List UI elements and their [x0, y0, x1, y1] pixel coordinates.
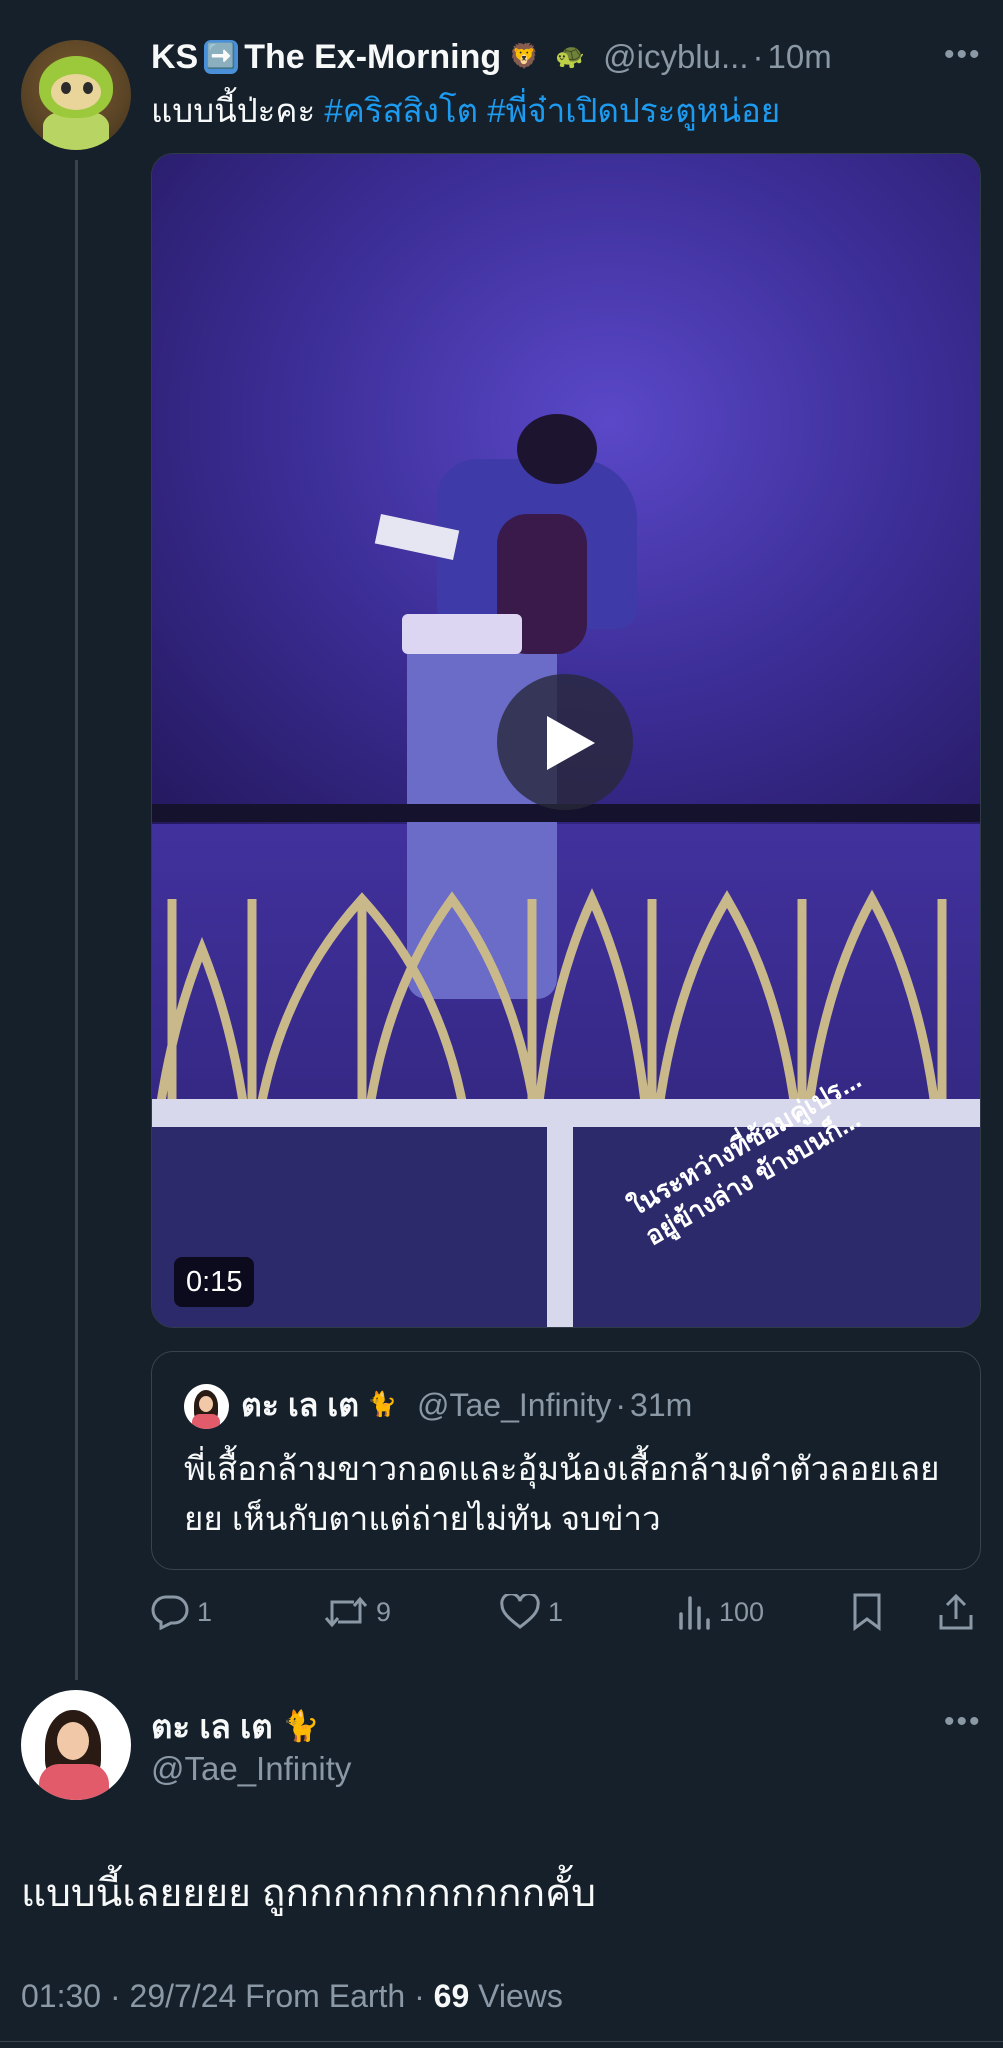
bookmark-button[interactable]: [851, 1582, 891, 1642]
views-label: Views: [478, 1978, 563, 2014]
avatar-tae[interactable]: [21, 1690, 131, 1800]
quoted-text: พี่เสื้อกล้ามขาวกอดและอุ้มน้องเสื้อกล้าม…: [184, 1450, 940, 1537]
reply-button[interactable]: 1: [151, 1582, 212, 1642]
quoted-time: 31m: [630, 1386, 693, 1423]
separator-dot: ·: [752, 38, 764, 75]
main-handle[interactable]: @Tae_Infinity: [151, 1750, 351, 1788]
performer-white-top: [402, 614, 522, 654]
separator-dot: ·: [109, 1978, 130, 2014]
views-total: 69: [433, 1978, 470, 2014]
cat-emoji: 🐈: [367, 1391, 397, 1418]
main-display-name-row: ตะ เล เต 🐈: [151, 1700, 329, 1753]
quoted-header: ตะ เล เต 🐈 @Tae_Infinity · 31m: [241, 1380, 692, 1430]
arrow-emoji: ➡️: [204, 40, 239, 74]
more-options-icon[interactable]: •••: [944, 1705, 982, 1739]
performer-head: [517, 414, 597, 484]
quoted-display-name: ตะ เล เต: [241, 1386, 360, 1423]
play-button[interactable]: [497, 674, 633, 810]
stage-post: [547, 1127, 573, 1327]
hashtag-link[interactable]: #พี่จ๋าเปิดประตูหน่อย: [487, 92, 780, 129]
like-count: 1: [548, 1596, 564, 1627]
tweet-meta: 01:30 · 29/7/24 From Earth · 69 Views: [21, 1978, 563, 2015]
avatar-face: [57, 1722, 89, 1760]
lion-emoji: 🦁: [509, 43, 540, 70]
play-icon: [547, 716, 595, 770]
separator-dot: ·: [615, 1386, 627, 1423]
hashtag-link[interactable]: #คริสสิงโต: [324, 92, 478, 129]
video-player[interactable]: ในระหว่างที่ซ้อมคู่เปร... อยู่ข้างล่าง ข…: [151, 153, 981, 1328]
avatar-shirt: [39, 1764, 109, 1800]
retweet-button[interactable]: 9: [324, 1582, 391, 1642]
avatar-eye-left: [61, 82, 71, 94]
tweet-time[interactable]: 10m: [768, 38, 832, 76]
reply-icon: [151, 1595, 189, 1630]
tweet-text-plain: แบบนี้ป่ะคะ: [151, 92, 316, 129]
quoted-handle: @Tae_Infinity: [417, 1386, 612, 1423]
bookmark-icon: [853, 1593, 881, 1631]
more-options-icon[interactable]: •••: [944, 38, 982, 72]
avatar-face: [199, 1396, 213, 1412]
main-display-name[interactable]: ตะ เล เต: [151, 1700, 273, 1753]
avatar-ks[interactable]: [21, 40, 131, 150]
turtle-emoji: 🐢: [555, 43, 586, 70]
handle[interactable]: @icyblu...: [603, 38, 748, 76]
analytics-icon: [679, 1596, 710, 1630]
main-tweet-text: แบบนี้เลยยยย ถูกกกกกกกกกกกคั้บ: [21, 1872, 596, 1915]
divider: [0, 2041, 1003, 2042]
tweet-source: From Earth: [245, 1978, 406, 2014]
reply-count: 1: [197, 1596, 213, 1627]
avatar-mascot-face: [51, 74, 101, 110]
retweet-count: 9: [376, 1596, 392, 1627]
tweet-header: KS ➡️ The Ex-Morning 🦁 🐢 @icyblu... · 10…: [151, 34, 832, 80]
retweet-icon: [324, 1596, 368, 1628]
avatar-shirt: [192, 1414, 220, 1429]
share-icon: [939, 1593, 973, 1630]
avatar-eye-right: [83, 82, 93, 94]
heart-icon: [500, 1594, 540, 1629]
action-bar: 1 9 1 100: [151, 1582, 981, 1642]
tweet-date[interactable]: 29/7/24: [130, 1978, 237, 2014]
like-button[interactable]: 1: [500, 1582, 563, 1642]
thread-line: [75, 160, 78, 1680]
separator-dot: ·: [414, 1978, 434, 2014]
views-count: 100: [719, 1596, 765, 1627]
display-name[interactable]: KS: [151, 38, 198, 77]
views-button[interactable]: 100: [677, 1582, 764, 1642]
display-name-suffix[interactable]: The Ex-Morning: [244, 38, 501, 77]
cat-emoji: 🐈: [282, 1709, 320, 1743]
video-duration: 0:15: [174, 1257, 255, 1307]
tweet-time[interactable]: 01:30: [21, 1978, 101, 2014]
tweet-text: แบบนี้ป่ะคะ #คริสสิงโต #พี่จ๋าเปิดประตูห…: [151, 84, 780, 137]
quoted-avatar: [184, 1384, 229, 1429]
share-button[interactable]: [937, 1582, 983, 1642]
quoted-tweet[interactable]: ตะ เล เต 🐈 @Tae_Infinity · 31m พี่เสื้อก…: [151, 1351, 981, 1570]
